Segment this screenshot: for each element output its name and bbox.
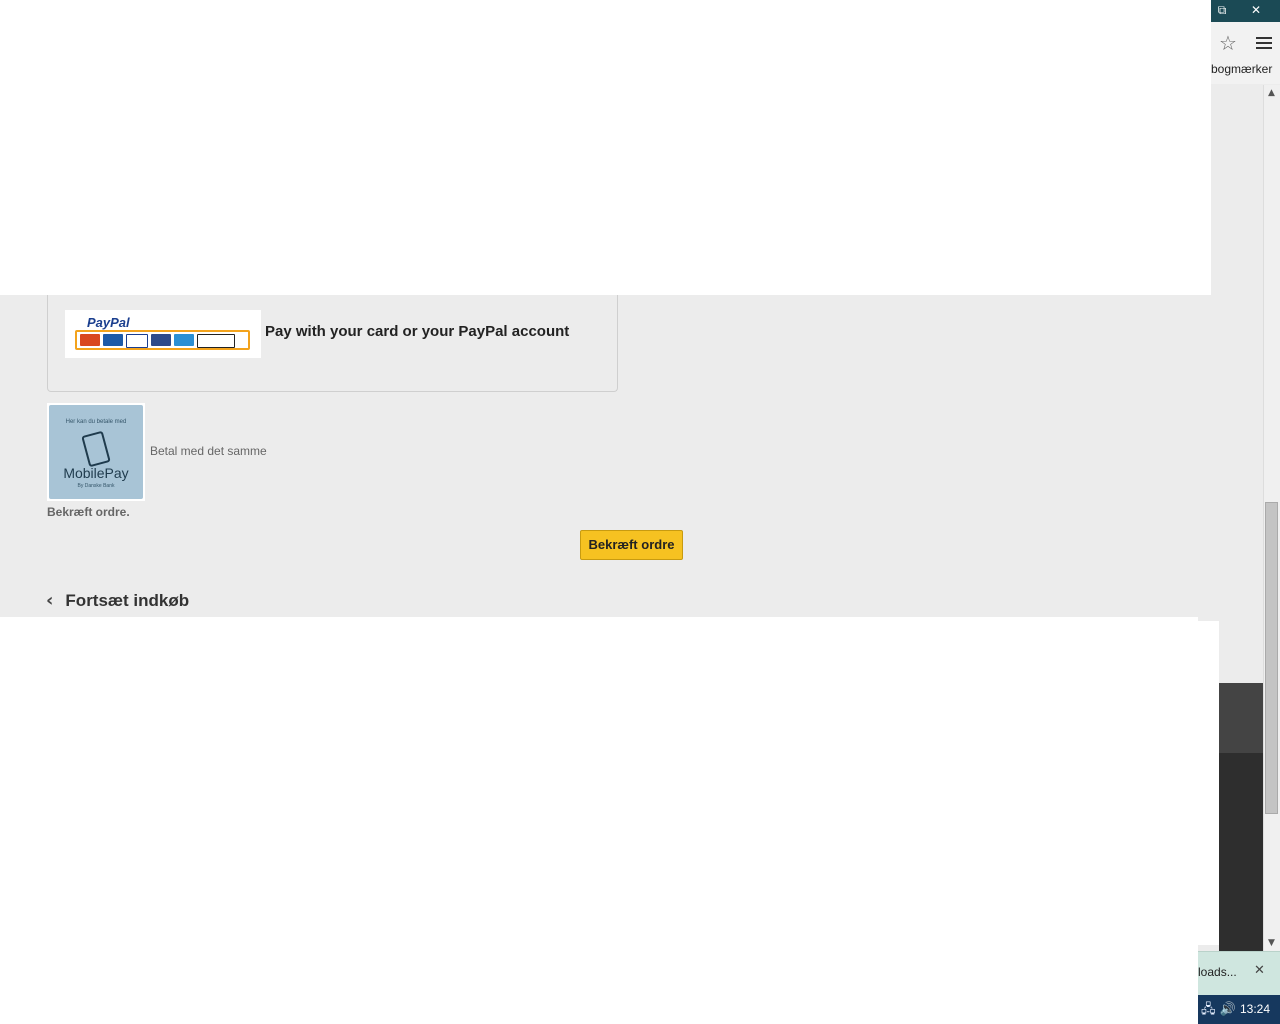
confirm-order-label: Bekræft ordre.	[47, 505, 130, 519]
close-window-icon[interactable]: ✕	[1245, 2, 1267, 18]
window-titlebar: ⧉ ✕	[1211, 0, 1280, 22]
occluded-region-bottom	[0, 617, 1198, 1024]
footer-section-upper	[1219, 683, 1263, 753]
paypal-description: Pay with your card or your PayPal accoun…	[265, 323, 570, 340]
browser-menu-icon[interactable]	[1256, 34, 1272, 50]
mobilepay-logo[interactable]: Her kan du betale med MobilePay By Dansk…	[47, 403, 145, 501]
phone-icon	[81, 430, 111, 468]
occluded-region-bottom-edge	[1198, 621, 1219, 945]
taskbar-clock[interactable]: 13:24	[1240, 1002, 1270, 1016]
close-downloads-icon[interactable]: ✕	[1254, 963, 1265, 978]
occluded-region-top	[0, 0, 1211, 295]
tray-icons[interactable]: 🖧 🔊	[1201, 1000, 1236, 1022]
mobilepay-description: Betal med det samme	[150, 444, 267, 458]
scrollbar-thumb[interactable]	[1265, 502, 1278, 814]
continue-shopping-link[interactable]: ‹ Fortsæt indkøb	[46, 590, 189, 611]
continue-shopping-label: Fortsæt indkøb	[65, 590, 190, 610]
bookmarks-bar-label[interactable]: bogmærker	[1211, 62, 1272, 76]
downloads-link[interactable]: loads...	[1198, 965, 1237, 979]
bookmark-star-icon[interactable]: ☆	[1219, 31, 1243, 55]
chevron-left-icon: ‹	[46, 590, 54, 611]
paypal-logo: PayPal	[65, 310, 261, 358]
card-brands-icon	[75, 330, 250, 350]
scroll-down-icon[interactable]: ▼	[1263, 938, 1280, 948]
footer-section-lower	[1219, 753, 1263, 951]
restore-icon[interactable]: ⧉	[1211, 2, 1233, 18]
scroll-up-icon[interactable]: ▲	[1263, 88, 1280, 98]
confirm-order-button[interactable]: Bekræft ordre	[580, 530, 683, 560]
